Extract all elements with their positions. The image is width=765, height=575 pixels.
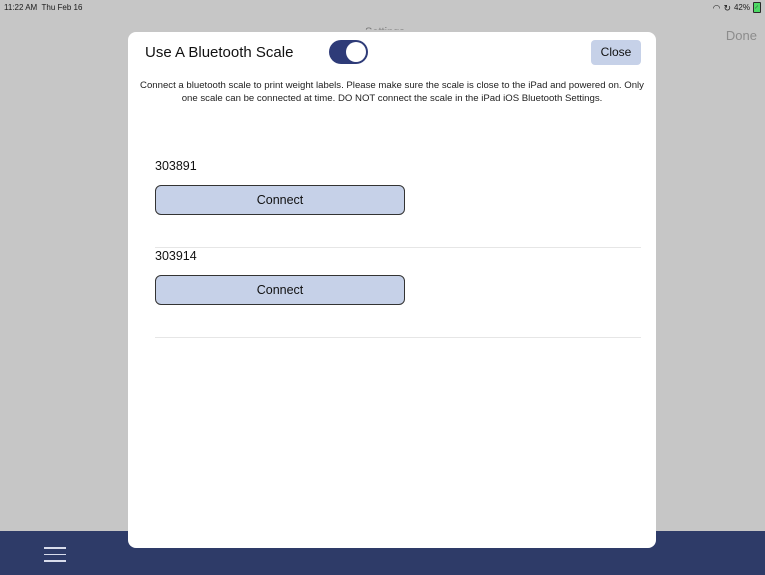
- bluetooth-scale-toggle[interactable]: [329, 40, 368, 64]
- status-bar: 11:22 AM Thu Feb 16 ◠ ↻ 42%: [0, 0, 765, 14]
- status-time-date: 11:22 AM Thu Feb 16: [4, 3, 82, 12]
- rotation-lock-icon: ↻: [723, 2, 731, 13]
- menu-line: [44, 560, 66, 562]
- connect-button[interactable]: Connect: [155, 275, 405, 305]
- done-button[interactable]: Done: [726, 28, 757, 43]
- battery-percent: 42%: [733, 3, 750, 12]
- connect-button[interactable]: Connect: [155, 185, 405, 215]
- modal-description: Connect a bluetooth scale to print weigh…: [140, 80, 644, 104]
- modal-title: Use A Bluetooth Scale: [145, 44, 294, 61]
- app-screen: 11:22 AM Thu Feb 16 ◠ ↻ 42% Settings Don…: [0, 0, 765, 575]
- toggle-knob: [346, 42, 366, 62]
- wifi-icon: ◠: [712, 2, 721, 13]
- status-date: Thu Feb 16: [41, 3, 83, 12]
- scale-id: 303891: [155, 159, 197, 173]
- status-time: 11:22 AM: [4, 3, 38, 12]
- close-button[interactable]: Close: [591, 40, 641, 65]
- menu-line: [44, 547, 66, 549]
- scale-id: 303914: [155, 249, 197, 263]
- list-item: 303891 Connect: [155, 159, 641, 248]
- bluetooth-scale-modal: Use A Bluetooth Scale Close Connect a bl…: [128, 32, 656, 548]
- battery-charging-icon: [753, 2, 761, 13]
- hamburger-menu-icon[interactable]: [44, 547, 66, 562]
- menu-line: [44, 553, 66, 555]
- list-item: 303914 Connect: [155, 249, 641, 338]
- status-indicators: ◠ ↻ 42%: [713, 2, 761, 13]
